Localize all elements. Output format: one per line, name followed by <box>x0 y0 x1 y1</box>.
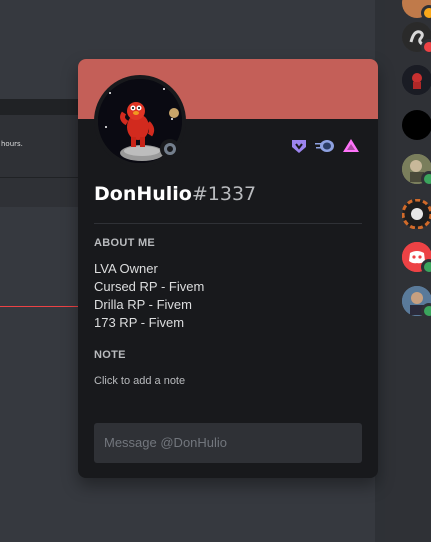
chat-embed-header <box>0 99 80 115</box>
profile-divider <box>94 223 362 224</box>
about-me-body: LVA Owner Cursed RP - Fivem Drilla RP - … <box>94 260 204 332</box>
user-profile-popout: DonHulio#1337 ABOUT ME LVA Owner Cursed … <box>78 59 378 478</box>
status-online-icon <box>421 303 431 319</box>
about-me-line: Cursed RP - Fivem <box>94 279 205 294</box>
discord-app: hours. DonHulio#1337 ABOUT ME LVA Owner … <box>0 0 431 542</box>
hypesquad-balance-icon[interactable] <box>290 137 308 155</box>
chat-embed-text: hours. <box>1 140 23 148</box>
username-text: DonHulio <box>94 183 192 205</box>
about-me-heading: ABOUT ME <box>94 237 156 249</box>
about-me-line: 173 RP - Fivem <box>94 315 185 330</box>
note-input[interactable]: Click to add a note <box>94 375 185 387</box>
chat-header-area <box>0 0 380 56</box>
member-avatar-5[interactable] <box>402 154 431 187</box>
chat-embed-divider <box>0 177 80 178</box>
avatar-art-icon <box>401 198 431 230</box>
member-avatar-2[interactable] <box>402 22 431 55</box>
profile-badges <box>290 137 360 155</box>
new-messages-divider <box>0 306 80 307</box>
member-list <box>385 0 431 542</box>
profile-username: DonHulio#1337 <box>94 183 256 205</box>
about-me-line: LVA Owner <box>94 261 158 276</box>
member-avatar-8[interactable] <box>402 286 431 319</box>
nitro-boost-icon[interactable] <box>342 137 360 155</box>
chat-embed-card: hours. <box>0 115 80 207</box>
about-me-line: Drilla RP - Fivem <box>94 297 192 312</box>
member-avatar-4[interactable] <box>402 110 431 140</box>
member-avatar-7[interactable] <box>402 242 431 275</box>
message-input[interactable]: Message @DonHulio <box>94 423 362 463</box>
status-online-icon <box>421 259 431 275</box>
status-idle-icon <box>421 5 431 21</box>
early-supporter-icon[interactable] <box>314 137 336 155</box>
profile-status-indicator <box>160 139 180 159</box>
member-avatar-1[interactable] <box>402 0 431 21</box>
note-heading: NOTE <box>94 349 126 361</box>
status-dnd-icon <box>421 39 431 55</box>
discriminator-text: #1337 <box>191 183 257 205</box>
avatar-art-icon <box>402 65 431 95</box>
status-offline-icon <box>164 143 176 155</box>
member-avatar-6[interactable] <box>401 198 431 230</box>
member-avatar-3[interactable] <box>402 65 431 95</box>
status-online-icon <box>421 171 431 187</box>
